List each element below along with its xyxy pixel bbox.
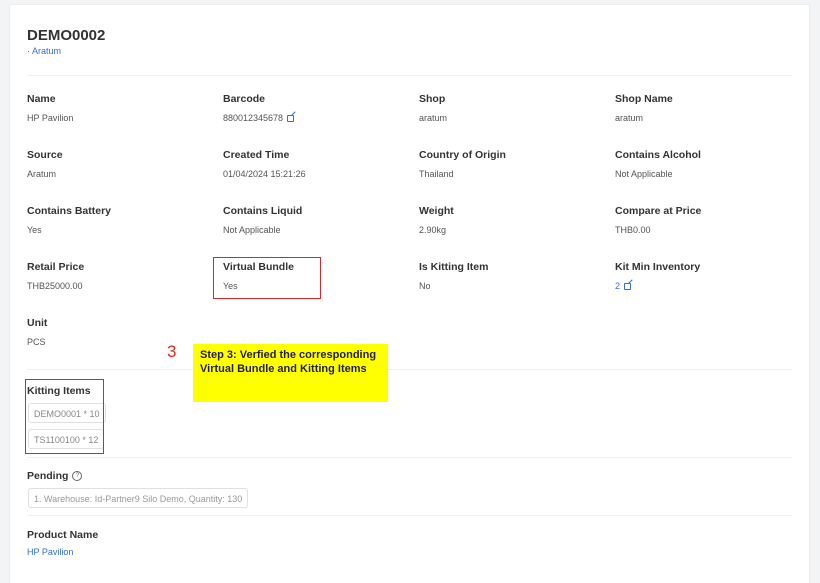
barcode-value: 880012345678 <box>223 113 284 123</box>
field-value: aratum <box>615 113 644 123</box>
field-value: Thailand <box>419 169 454 179</box>
field-label: Contains Battery <box>27 205 112 217</box>
field-label: Shop Name <box>615 93 673 105</box>
divider <box>27 75 792 76</box>
field-value: 880012345678 <box>223 113 295 123</box>
step-number: 3 <box>167 342 177 361</box>
field-retail-price: Retail Price THB25000.00 <box>27 261 84 291</box>
step-callout: Step 3: Verfied the corresponding Virtua… <box>193 344 388 402</box>
field-label: Retail Price <box>27 261 85 273</box>
field-source: Source Aratum <box>27 149 63 179</box>
field-is-kitting-item: Is Kitting Item No <box>419 261 488 291</box>
field-value: HP Pavilion <box>27 113 74 123</box>
field-contains-alcohol: Contains Alcohol Not Applicable <box>615 149 701 179</box>
pending-label-row: Pending ? <box>27 470 83 482</box>
field-label: Kit Min Inventory <box>615 261 701 273</box>
field-label: Unit <box>27 317 48 329</box>
field-barcode: Barcode 880012345678 <box>223 93 295 123</box>
field-label: Is Kitting Item <box>419 261 489 273</box>
field-contains-battery: Contains Battery Yes <box>27 205 111 235</box>
edit-icon[interactable] <box>624 282 632 290</box>
field-label: Compare at Price <box>615 205 702 217</box>
field-label: Name <box>27 93 56 105</box>
kitting-items-highlight-box <box>25 379 104 454</box>
field-label: Shop <box>419 93 446 105</box>
field-shop: Shop aratum <box>419 93 447 123</box>
divider <box>27 369 792 370</box>
field-value: 2 <box>615 281 700 291</box>
field-value: aratum <box>419 113 448 123</box>
field-label: Contains Liquid <box>223 205 303 217</box>
field-weight: Weight 2.90kg <box>419 205 454 235</box>
field-value: PCS <box>27 337 46 347</box>
field-created-time: Created Time 01/04/2024 15:21:26 <box>223 149 306 179</box>
help-circle-icon[interactable]: ? <box>72 471 83 481</box>
field-country-of-origin: Country of Origin Thailand <box>419 149 506 179</box>
product-name-value[interactable]: HP Pavilion <box>27 547 73 557</box>
field-value: Not Applicable <box>223 225 281 235</box>
virtual-bundle-highlight-box <box>213 257 321 299</box>
field-name: Name HP Pavilion <box>27 93 73 123</box>
field-value: 2.90kg <box>419 225 447 235</box>
divider <box>27 515 792 516</box>
field-label: Created Time <box>223 149 290 161</box>
field-label: Contains Alcohol <box>615 149 701 161</box>
shop-subtitle-link[interactable]: · Aratum <box>27 46 61 56</box>
field-value: Aratum <box>27 169 57 179</box>
field-label: Barcode <box>223 93 266 105</box>
pending-item-chip: 1. Warehouse: Id-Partner9 Silo Demo, Qua… <box>28 488 249 508</box>
field-kit-min-inventory: Kit Min Inventory 2 <box>615 261 700 291</box>
edit-icon[interactable] <box>287 114 295 122</box>
field-compare-at-price: Compare at Price THB0.00 <box>615 205 701 235</box>
divider <box>27 457 792 458</box>
product-name-label: Product Name <box>27 529 99 541</box>
field-label: Source <box>27 149 63 161</box>
pending-label: Pending <box>27 470 69 482</box>
field-value: Yes <box>27 225 42 235</box>
field-value: THB0.00 <box>615 225 651 235</box>
field-label: Country of Origin <box>419 149 506 161</box>
field-value: Not Applicable <box>615 169 673 179</box>
field-value: 01/04/2024 15:21:26 <box>223 169 306 179</box>
field-contains-liquid: Contains Liquid Not Applicable <box>223 205 302 235</box>
product-code-title: DEMO0002 <box>27 27 106 44</box>
field-label: Weight <box>419 205 454 217</box>
field-unit: Unit PCS <box>27 317 47 347</box>
kit-min-inventory-value[interactable]: 2 <box>615 281 620 291</box>
field-shop-name: Shop Name aratum <box>615 93 673 123</box>
field-value: No <box>419 281 431 291</box>
field-value: THB25000.00 <box>27 281 83 291</box>
